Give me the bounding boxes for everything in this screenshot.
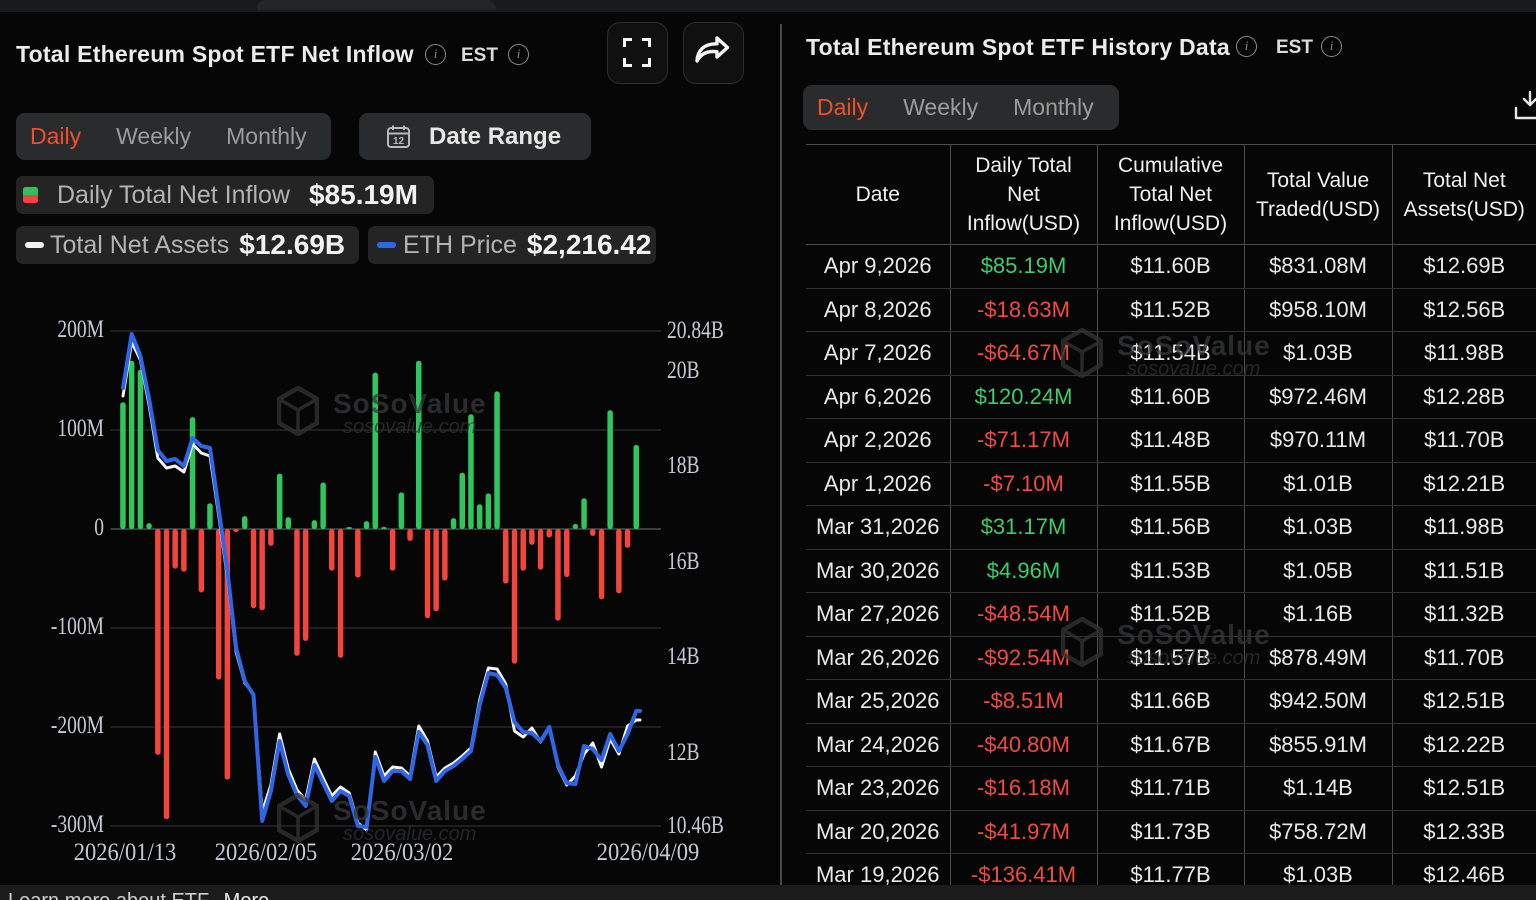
svg-text:12: 12 [393, 136, 405, 147]
